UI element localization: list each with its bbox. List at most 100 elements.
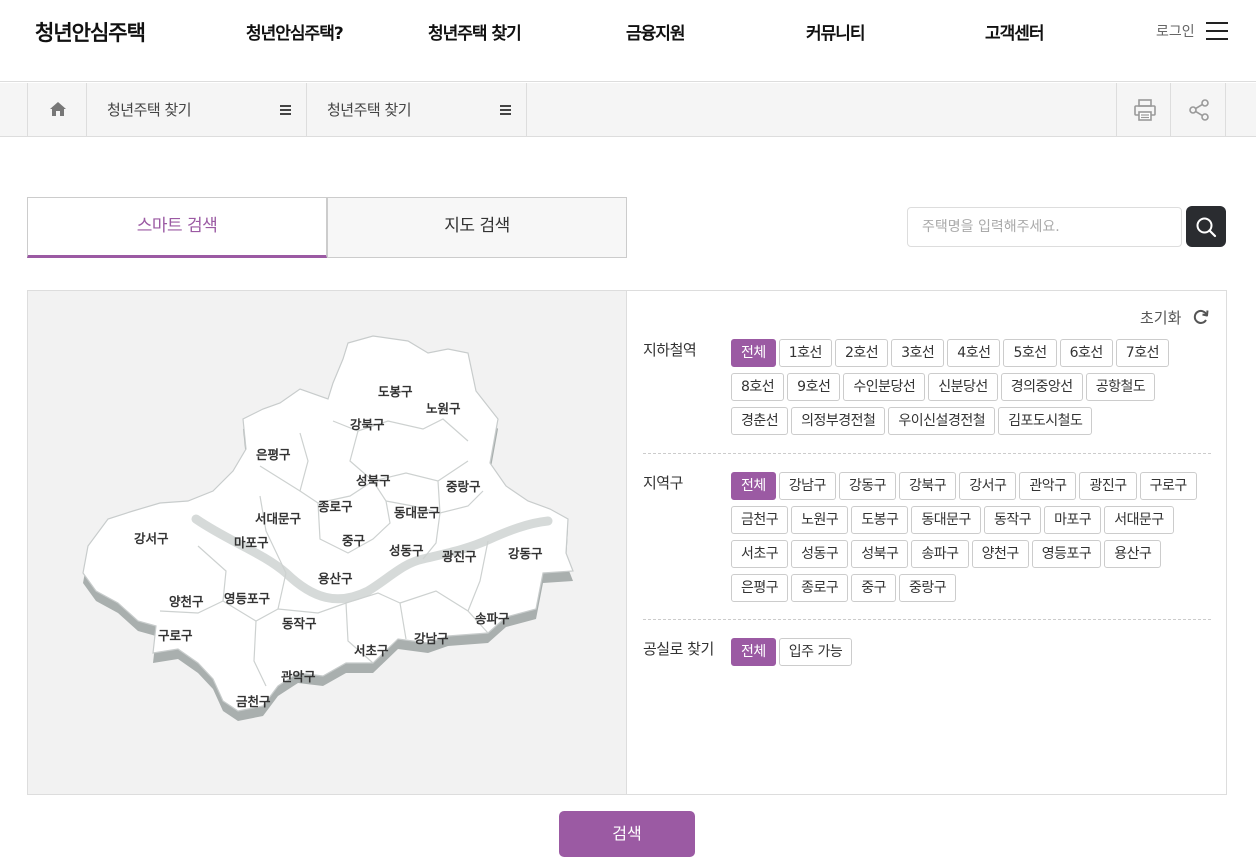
map-district-jungnang[interactable]: 중랑구 <box>446 479 481 494</box>
district-chip[interactable]: 송파구 <box>911 540 969 568</box>
district-chip[interactable]: 강동구 <box>838 472 897 500</box>
district-chip[interactable]: 전체 <box>731 472 776 500</box>
login-link[interactable]: 로그인 <box>1156 21 1195 41</box>
district-chip[interactable]: 양천구 <box>971 540 1029 568</box>
subway-chip[interactable]: 9호선 <box>787 373 841 401</box>
subway-chip[interactable]: 공항철도 <box>1085 373 1156 401</box>
map-district-dobong[interactable]: 도봉구 <box>378 384 413 399</box>
subway-chip[interactable]: 3호선 <box>891 339 945 367</box>
site-logo[interactable]: 청년안심주택 <box>35 17 146 47</box>
district-chip[interactable]: 서대문구 <box>1104 506 1174 534</box>
search-button[interactable] <box>1186 206 1226 247</box>
reset-button[interactable]: 초기화 <box>1140 307 1209 328</box>
map-district-seongdong[interactable]: 성동구 <box>389 543 424 558</box>
map-district-seongbuk[interactable]: 성북구 <box>356 473 391 488</box>
map-district-dongjak[interactable]: 동작구 <box>282 616 317 631</box>
vacancy-chip[interactable]: 입주 가능 <box>778 638 853 666</box>
map-district-gangdong[interactable]: 강동구 <box>508 546 543 561</box>
district-chip[interactable]: 도봉구 <box>851 506 909 534</box>
map-district-guro[interactable]: 구로구 <box>158 628 193 643</box>
subway-chip[interactable]: 의정부경전철 <box>791 407 886 435</box>
breadcrumb-level1[interactable]: 청년주택 찾기 <box>87 83 307 136</box>
map-district-yongsan[interactable]: 용산구 <box>318 571 353 586</box>
map-district-songpa[interactable]: 송파구 <box>475 611 510 626</box>
district-chip[interactable]: 노원구 <box>791 506 849 534</box>
district-chip[interactable]: 용산구 <box>1104 540 1162 568</box>
district-chip[interactable]: 관악구 <box>1019 472 1077 500</box>
map-district-gangnam[interactable]: 강남구 <box>414 631 449 646</box>
district-chip[interactable]: 은평구 <box>731 574 789 602</box>
tab-map-search[interactable]: 지도 검색 <box>327 197 627 258</box>
subway-chip[interactable]: 경의중앙선 <box>1000 373 1083 401</box>
map-district-yeongdeungpo[interactable]: 영등포구 <box>224 591 271 606</box>
map-district-nowon[interactable]: 노원구 <box>426 401 461 416</box>
map-district-eunpyeong[interactable]: 은평구 <box>256 447 291 462</box>
print-button[interactable] <box>1116 83 1171 136</box>
subway-chip[interactable]: 4호선 <box>947 339 1001 367</box>
home-button[interactable] <box>27 83 87 136</box>
subway-chip[interactable]: 김포도시철도 <box>998 407 1093 435</box>
district-chip[interactable]: 동대문구 <box>911 506 981 534</box>
filter-vacancy-label: 공실로 찾기 <box>643 640 714 658</box>
map-district-seodaemun[interactable]: 서대문구 <box>255 511 302 526</box>
location-bar: 청년주택 찾기 청년주택 찾기 <box>0 83 1256 137</box>
nav-item-finance[interactable]: 금융지원 <box>626 19 686 44</box>
map-district-jung[interactable]: 중구 <box>342 533 366 548</box>
subway-chip[interactable]: 2호선 <box>834 339 889 367</box>
map-district-seocho[interactable]: 서초구 <box>354 643 389 658</box>
district-chip[interactable]: 중구 <box>851 574 897 602</box>
map-district-geumcheon[interactable]: 금천구 <box>236 694 271 709</box>
district-chip[interactable]: 성북구 <box>851 540 909 568</box>
breadcrumb-level2[interactable]: 청년주택 찾기 <box>307 83 527 136</box>
district-chip[interactable]: 성동구 <box>791 540 849 568</box>
district-chip[interactable]: 광진구 <box>1079 472 1137 500</box>
nav-item-community[interactable]: 커뮤니티 <box>806 19 866 44</box>
district-chip[interactable]: 영등포구 <box>1031 540 1102 568</box>
subway-chip[interactable]: 전체 <box>731 339 776 367</box>
map-district-yangcheon[interactable]: 양천구 <box>169 594 204 609</box>
subway-chip[interactable]: 1호선 <box>778 339 832 367</box>
district-chip[interactable]: 마포구 <box>1044 506 1102 534</box>
district-chip[interactable]: 강서구 <box>959 472 1017 500</box>
subway-chip[interactable]: 경춘선 <box>731 407 789 435</box>
map-district-jongno[interactable]: 종로구 <box>318 499 353 514</box>
vacancy-chip[interactable]: 전체 <box>731 638 776 666</box>
district-chip[interactable]: 강북구 <box>899 472 957 500</box>
district-chip-list: 전체 강남구 강동구 강북구 강서구 관악구 광진구 구로구금천구 노원구 도봉구 동대문구 동작구 마… <box>731 472 1211 608</box>
map-district-dongdaemun[interactable]: 동대문구 <box>394 505 441 520</box>
subway-chip-list: 전체 1호선 2호선 3호선 4호선 5호선 6호선 7호선 8호선 9호선 수인분당선 신분당선 경의… <box>731 339 1211 441</box>
district-chip[interactable]: 강남구 <box>778 472 836 500</box>
map-district-gangbuk[interactable]: 강북구 <box>350 417 385 432</box>
filter-area: 초기화 지하철역 전체 1호선 2호선 3호선 4호선 5호선 6호선 7호선8호선 9호선 수인… <box>628 291 1226 794</box>
subway-chip[interactable]: 5호선 <box>1003 339 1057 367</box>
district-chip[interactable]: 금천구 <box>731 506 789 534</box>
nav-item-support[interactable]: 고객센터 <box>985 19 1045 44</box>
district-chip[interactable]: 중랑구 <box>899 574 957 602</box>
district-chip[interactable]: 종로구 <box>791 574 849 602</box>
district-chip[interactable]: 구로구 <box>1139 472 1197 500</box>
tab-smart-search[interactable]: 스마트 검색 <box>27 197 327 258</box>
subway-chip[interactable]: 우이신설경전철 <box>888 407 996 435</box>
subway-chip[interactable]: 8호선 <box>731 373 785 401</box>
share-button[interactable] <box>1171 83 1226 136</box>
nav-item-find-housing[interactable]: 청년주택 찾기 <box>428 19 522 44</box>
list-icon <box>500 105 511 117</box>
subway-chip[interactable]: 수인분당선 <box>843 373 926 401</box>
map-district-mapo[interactable]: 마포구 <box>234 535 269 550</box>
list-icon <box>280 105 291 117</box>
housing-search-input[interactable] <box>907 207 1182 247</box>
map-district-gwangjin[interactable]: 광진구 <box>442 549 477 564</box>
breadcrumb-level2-label: 청년주택 찾기 <box>327 101 412 119</box>
district-chip[interactable]: 동작구 <box>983 506 1042 534</box>
home-icon <box>50 102 66 116</box>
subway-chip[interactable]: 7호선 <box>1115 339 1169 367</box>
reset-label: 초기화 <box>1140 309 1182 327</box>
map-district-gangseo[interactable]: 강서구 <box>134 531 169 546</box>
subway-chip[interactable]: 신분당선 <box>928 373 998 401</box>
submit-search-button[interactable]: 검색 <box>559 811 695 857</box>
subway-chip[interactable]: 6호선 <box>1059 339 1113 367</box>
nav-item-about[interactable]: 청년안심주택? <box>246 19 344 44</box>
menu-icon[interactable] <box>1206 22 1228 40</box>
map-district-gwanak[interactable]: 관악구 <box>281 669 316 684</box>
district-chip[interactable]: 서초구 <box>731 540 789 568</box>
